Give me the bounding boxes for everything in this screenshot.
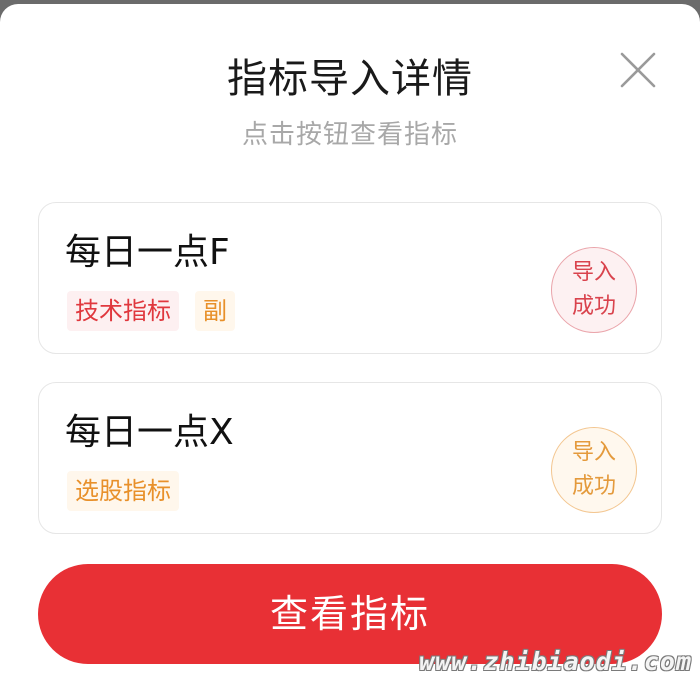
import-success-stamp: 导入 成功 [551,247,637,333]
close-icon[interactable] [614,46,662,94]
import-detail-dialog: 指标导入详情 点击按钮查看指标 每日一点F 技术指标 副 导入 成功 每日一点X… [0,4,700,696]
indicator-card: 每日一点X 选股指标 导入 成功 [38,382,662,534]
stamp-line-2: 成功 [571,474,616,499]
stamp-line-1: 导入 [571,260,616,285]
import-success-stamp: 导入 成功 [551,427,637,513]
stamp-line-1: 导入 [571,440,616,465]
indicator-position-tag: 副 [195,291,235,331]
indicator-type-tag: 选股指标 [67,471,179,511]
indicator-card: 每日一点F 技术指标 副 导入 成功 [38,202,662,354]
indicator-tags: 技术指标 副 [67,291,251,331]
stamp-line-2: 成功 [571,294,616,319]
indicator-type-tag: 技术指标 [67,291,179,331]
dialog-subtitle: 点击按钮查看指标 [241,120,458,150]
indicator-name: 每日一点X [65,412,234,453]
view-indicators-button[interactable]: 查看指标 [38,564,662,664]
indicator-tags: 选股指标 [67,471,195,511]
dialog-title: 指标导入详情 [227,56,473,102]
indicator-name: 每日一点F [65,232,230,273]
